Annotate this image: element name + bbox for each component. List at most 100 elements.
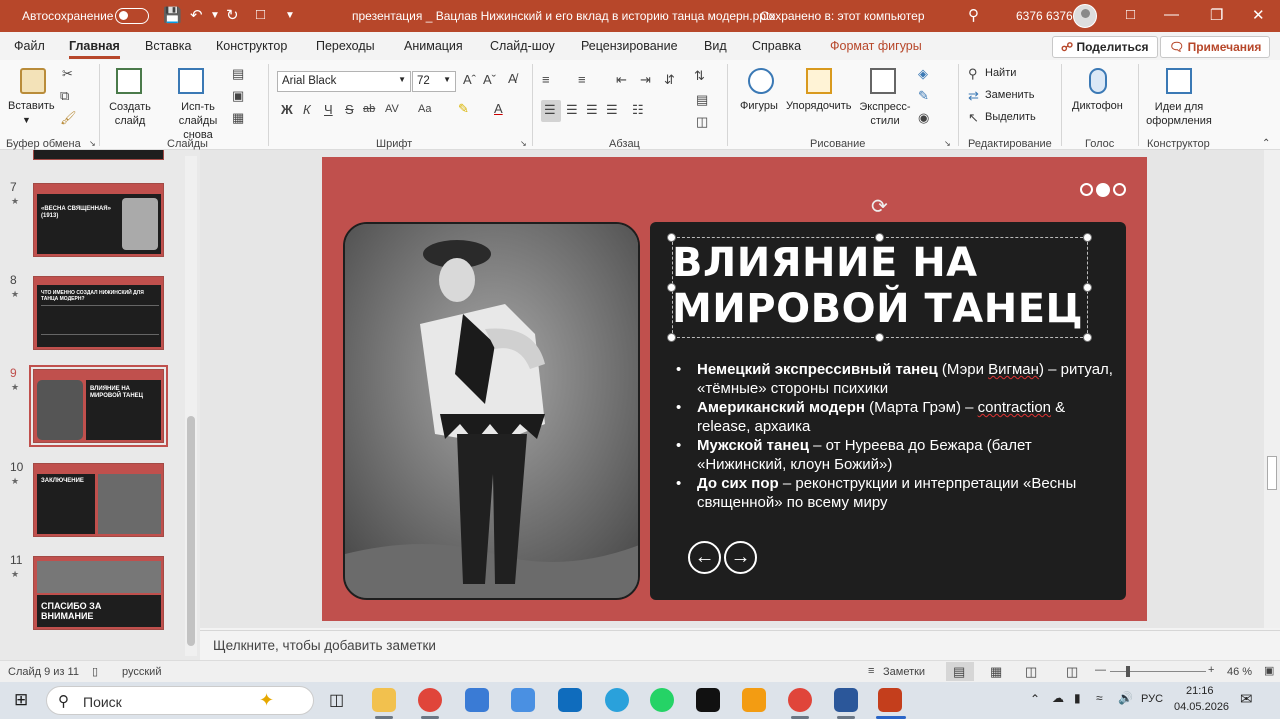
select-icon[interactable]: ↖ [968,110,979,126]
undo-dropdown-icon[interactable]: ▼ [210,10,220,21]
clock-time[interactable]: 21:16 [1186,685,1214,697]
layout-icon[interactable]: ▤ [232,66,244,82]
telegram-icon[interactable] [605,688,629,712]
slide-thumbnail-8[interactable]: ЧТО ИМЕННО СОЗДАЛ НИЖИНСКИЙ ДЛЯ ТАНЦА МО… [33,276,164,350]
bullet-list[interactable]: Немецкий экспрессивный танец (Мэри Вигма… [676,360,1116,512]
arrow-right-icon[interactable]: → [724,541,757,574]
dictate-button[interactable]: Диктофон [1072,100,1123,112]
windows-start-icon[interactable]: ⊞ [14,690,28,710]
maximize-icon[interactable]: ❐ [1210,6,1223,24]
format-painter-icon[interactable]: 🖌 [60,110,77,126]
input-language[interactable]: РУС [1141,693,1163,705]
zoom-in-icon[interactable]: + [1208,664,1214,676]
numbering-icon[interactable]: ≡ [578,72,586,87]
decrease-font-icon[interactable]: Aˇ [483,72,496,87]
sublime-icon[interactable] [742,688,766,712]
rotate-handle-icon[interactable]: ⟳ [871,194,888,219]
underline-button[interactable]: Ч [324,102,333,117]
tab-home[interactable]: Главная [69,39,120,59]
tab-transitions[interactable]: Переходы [316,39,375,53]
slide-scrollbar[interactable] [1264,150,1280,628]
slide-thumbnail-7[interactable]: «ВЕСНА СВЯЩЕННАЯ» (1913) [33,183,164,257]
comments-button[interactable]: 🗨 Примечания [1160,36,1271,58]
zoom-out-icon[interactable]: — [1095,664,1106,676]
slide-title[interactable]: ВЛИЯНИЕ НА МИРОВОЙ ТАНЕЦ [672,240,1092,332]
ribbon-display-icon[interactable]: □ [1126,6,1135,23]
drawing-launcher-icon[interactable]: ↘ [944,139,951,148]
highlight-icon[interactable]: ✎ [458,101,469,117]
line-spacing-icon[interactable]: ⇵ [664,72,675,88]
align-center-icon[interactable]: ☰ [566,102,578,118]
volume-icon[interactable]: 🔊 [1118,691,1133,705]
app-icon[interactable] [696,688,720,712]
quick-styles-icon[interactable] [870,68,896,94]
whatsapp-icon[interactable] [650,688,674,712]
minimize-icon[interactable]: — [1164,6,1179,23]
resize-handle[interactable] [875,333,884,342]
align-text-icon[interactable]: ▤ [696,92,708,108]
close-icon[interactable]: ✕ [1252,6,1265,24]
new-slide-button[interactable]: Создать слайд [108,100,152,128]
present-icon[interactable]: □ [256,6,265,23]
slide-thumbnail-10[interactable]: ЗАКЛЮЧЕНИЕ [33,463,164,537]
language-status[interactable]: русский [122,666,161,678]
increase-font-icon[interactable]: Aˆ [463,72,476,87]
decrease-indent-icon[interactable]: ⇤ [616,72,627,88]
replace-icon[interactable]: ⇄ [968,88,979,104]
store-icon[interactable] [465,688,489,712]
shape-outline-icon[interactable]: ✎ [918,88,929,104]
tab-shape-format[interactable]: Формат фигуры [830,39,922,53]
wifi-icon[interactable]: ≈ [1096,691,1103,705]
bullets-icon[interactable]: ≡ [542,72,550,87]
notes-toggle-button[interactable]: Заметки [883,666,925,678]
explorer-icon[interactable] [372,688,396,712]
word-icon[interactable] [834,688,858,712]
shapes-button[interactable]: Фигуры [740,100,778,112]
arrange-button[interactable]: Упорядочить [786,100,851,112]
shape-effects-icon[interactable]: ◉ [918,110,929,126]
italic-button[interactable]: К [303,102,311,117]
user-name[interactable]: 6376 6376 [1016,9,1073,23]
avatar[interactable] [1073,4,1097,28]
shapes-icon[interactable] [748,68,774,94]
copy-icon[interactable]: ⧉ [60,88,69,104]
clipboard-launcher-icon[interactable]: ↘ [89,139,96,148]
font-launcher-icon[interactable]: ↘ [520,139,527,148]
section-icon[interactable]: ▦ [232,110,244,126]
replace-button[interactable]: Заменить [985,89,1034,101]
zoom-level[interactable]: 46 % [1227,666,1252,678]
quick-styles-button[interactable]: Экспресс-стили [857,100,913,128]
collapse-ribbon-icon[interactable]: ⌃ [1262,138,1270,149]
paste-icon[interactable] [20,68,46,94]
bold-button[interactable]: Ж [281,102,293,117]
tab-view[interactable]: Вид [704,39,727,53]
search-icon[interactable]: ⚲ [968,6,979,24]
undo-icon[interactable]: ↶ [190,6,203,24]
slide-sorter-icon[interactable]: ▦ [990,664,1002,680]
paste-dropdown-icon[interactable]: ▼ [22,115,31,125]
columns-icon[interactable]: ☷ [632,102,644,118]
smartart-icon[interactable]: ◫ [696,114,708,130]
new-slide-icon[interactable] [116,68,142,94]
paste-button[interactable]: Вставить [8,100,55,112]
tab-slideshow[interactable]: Слайд-шоу [490,39,555,53]
designer-icon[interactable] [1166,68,1192,94]
clock-date[interactable]: 04.05.2026 [1174,701,1229,713]
taskbar-search[interactable]: ⚲ Поиск ✦ [46,686,314,715]
slide-thumbnail-11[interactable]: СПАСИБО ЗА ВНИМАНИЕ [33,556,164,630]
redo-icon[interactable]: ↻ [226,6,239,24]
task-view-icon[interactable]: ◫ [329,690,344,710]
accessibility-icon[interactable]: ▯ [92,665,98,678]
notes-pane[interactable]: Щелкните, чтобы добавить заметки [200,630,1280,660]
text-direction-icon[interactable]: ⇅ [694,68,705,84]
save-status[interactable]: Сохранено в: этот компьютер [760,9,925,23]
reuse-slides-icon[interactable] [178,68,204,94]
clear-formatting-icon[interactable]: A̸ [508,71,517,86]
notes-icon[interactable]: ≡ [868,665,874,677]
justify-icon[interactable]: ☰ [606,102,618,118]
reuse-slides-button[interactable]: Исп-ть слайды снова [168,100,228,142]
tray-chevron-icon[interactable]: ⌃ [1030,692,1040,706]
tab-design[interactable]: Конструктор [216,39,287,53]
font-size-select[interactable]: 72 ▼ [412,71,456,92]
select-button[interactable]: Выделить [985,111,1036,123]
